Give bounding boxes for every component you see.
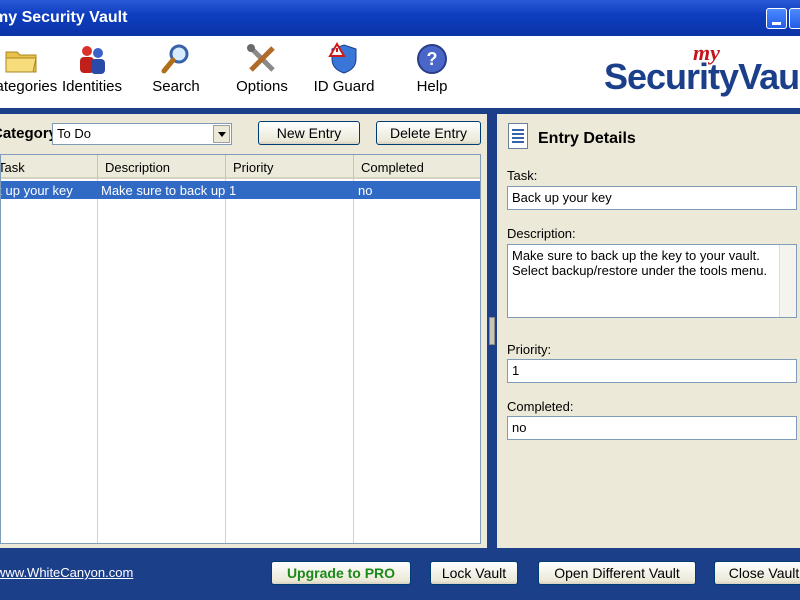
- website-link[interactable]: www.WhiteCanyon.com: [0, 565, 133, 580]
- folder-icon: [5, 51, 37, 73]
- close-vault-button[interactable]: Close Vault: [714, 561, 800, 585]
- minimize-button[interactable]: [766, 8, 787, 29]
- document-icon: [508, 123, 528, 149]
- priority-field[interactable]: 1: [507, 359, 797, 383]
- toolbar-id-guard[interactable]: ID Guard: [306, 36, 382, 108]
- cell-completed: no: [358, 183, 373, 198]
- column-divider: [225, 179, 226, 543]
- cell-task-text: Back up your key: [1, 183, 73, 198]
- logo-name: SecurityVault: [604, 56, 800, 97]
- toolbar-label: Identities: [61, 78, 123, 95]
- entries-table: Task Description Priority Completed Back…: [0, 154, 481, 544]
- description-field[interactable]: Make sure to back up the key to your vau…: [507, 244, 797, 318]
- task-label: Task:: [507, 168, 538, 183]
- panel-splitter[interactable]: [487, 114, 497, 548]
- column-divider: [97, 179, 98, 543]
- magnifier-icon: [161, 44, 189, 74]
- new-entry-button[interactable]: New Entry: [258, 121, 360, 145]
- toolbar-options[interactable]: Options: [226, 36, 298, 108]
- column-header-description[interactable]: Description: [98, 155, 226, 179]
- cell-priority: 1: [229, 183, 237, 198]
- tools-icon: [247, 44, 275, 72]
- description-label: Description:: [507, 226, 576, 241]
- column-header-completed[interactable]: Completed: [354, 155, 480, 179]
- open-different-vault-button[interactable]: Open Different Vault: [538, 561, 696, 585]
- completed-label: Completed:: [507, 399, 574, 414]
- delete-entry-button[interactable]: Delete Entry: [376, 121, 481, 145]
- toolbar-label: Options: [236, 78, 288, 95]
- toolbar-label: Search: [152, 78, 200, 95]
- toolbar-label: ID Guard: [313, 78, 375, 95]
- upgrade-button[interactable]: Upgrade to PRO: [271, 561, 411, 585]
- maximize-button[interactable]: [789, 8, 800, 29]
- window-title: my Security Vault: [0, 9, 128, 26]
- splitter-grip[interactable]: [489, 317, 495, 345]
- toolbar-help[interactable]: ? Help: [402, 36, 462, 108]
- toolbar: Categories Identities Search Options ID …: [0, 36, 800, 108]
- description-text: Make sure to back up the key to your vau…: [512, 248, 768, 278]
- shield-warning-icon: [328, 42, 357, 74]
- column-header-priority[interactable]: Priority: [226, 155, 354, 179]
- completed-field[interactable]: no: [507, 416, 797, 440]
- toolbar-label: Help: [416, 78, 448, 95]
- task-field[interactable]: Back up your key: [507, 186, 797, 210]
- chevron-down-icon[interactable]: [213, 125, 230, 143]
- cell-task: Back up your key: [1, 183, 97, 198]
- category-value: To Do: [57, 126, 91, 141]
- category-select[interactable]: To Do: [52, 123, 232, 145]
- column-divider: [353, 179, 354, 543]
- toolbar-identities[interactable]: Identities: [50, 36, 134, 108]
- priority-label: Priority:: [507, 342, 552, 357]
- svg-text:?: ?: [427, 49, 438, 69]
- description-scrollbar[interactable]: [779, 245, 796, 317]
- toolbar-search[interactable]: Search: [140, 36, 212, 108]
- help-icon: ?: [417, 44, 447, 74]
- cell-description: Make sure to back up the key to your vau…: [101, 183, 225, 198]
- people-icon: [80, 46, 105, 74]
- entry-details-panel: Entry Details Task: Back up your key Des…: [497, 114, 800, 548]
- column-header-task[interactable]: Task: [1, 155, 98, 179]
- bottom-bar: www.WhiteCanyon.com Upgrade to PRO Lock …: [0, 548, 800, 600]
- title-bar: my Security Vault: [0, 0, 800, 36]
- entries-panel: Category: To Do New Entry Delete Entry T…: [0, 114, 487, 548]
- entry-details-title: Entry Details: [538, 130, 636, 147]
- app-logo: my SecurityVault: [598, 36, 800, 108]
- lock-vault-button[interactable]: Lock Vault: [430, 561, 518, 585]
